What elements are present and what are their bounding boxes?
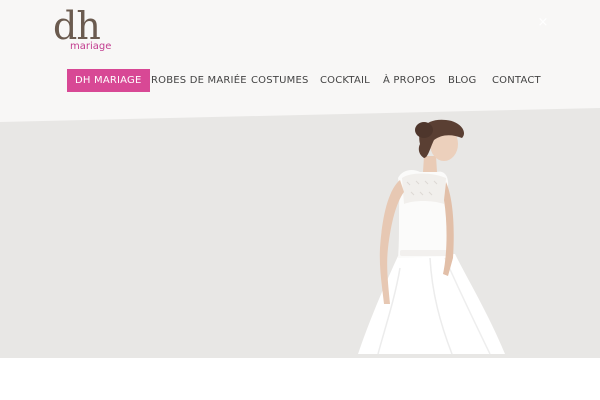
logo[interactable]: dh mariage xyxy=(53,4,112,56)
site-header: dh mariage × DH MARIAGE ROBES DE MARIÉE … xyxy=(0,0,600,122)
logo-subtitle: mariage xyxy=(70,41,112,52)
nav-item-blog[interactable]: BLOG xyxy=(448,69,477,92)
bride-image xyxy=(358,119,505,355)
hero-banner xyxy=(0,108,600,358)
nav-item-a-propos[interactable]: À PROPOS xyxy=(383,69,436,92)
nav-item-robes-de-mariee[interactable]: ROBES DE MARIÉE xyxy=(151,69,247,92)
nav-item-cocktail[interactable]: COCKTAIL xyxy=(320,69,370,92)
close-icon[interactable]: × xyxy=(536,16,550,30)
nav-item-contact[interactable]: CONTACT xyxy=(492,69,541,92)
logo-mark: dh xyxy=(53,4,101,48)
nav-item-costumes[interactable]: COSTUMES xyxy=(251,69,309,92)
nav-item-dh-mariage[interactable]: DH MARIAGE xyxy=(67,69,150,92)
